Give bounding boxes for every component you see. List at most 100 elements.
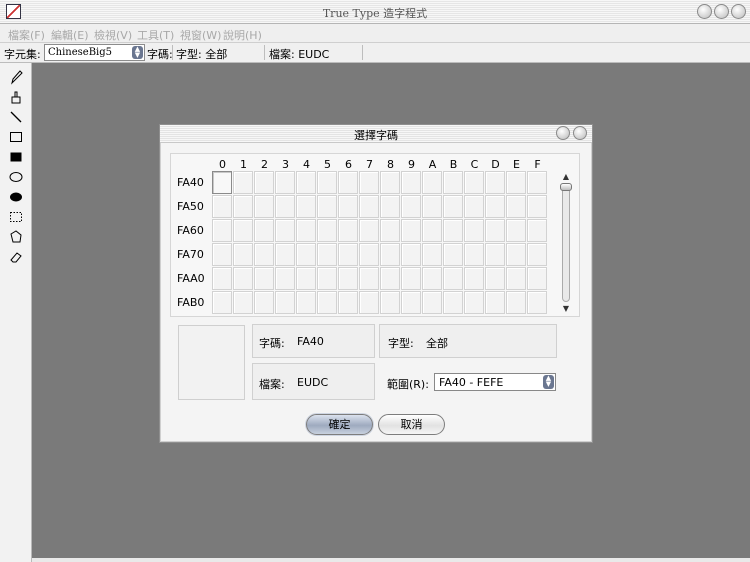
code-cell[interactable] (359, 219, 379, 242)
code-cell[interactable] (506, 243, 526, 266)
dialog-close-button[interactable] (573, 126, 587, 140)
code-cell[interactable] (317, 219, 337, 242)
code-cell[interactable] (485, 219, 505, 242)
freeform-select-icon[interactable] (8, 229, 24, 245)
code-cell[interactable] (485, 171, 505, 194)
code-cell[interactable] (464, 267, 484, 290)
code-cell[interactable] (380, 195, 400, 218)
code-cell[interactable] (317, 171, 337, 194)
code-cell[interactable] (296, 171, 316, 194)
code-cell[interactable] (212, 291, 232, 314)
code-cell[interactable] (296, 243, 316, 266)
scroll-thumb[interactable] (560, 183, 572, 191)
code-cell[interactable] (506, 219, 526, 242)
cancel-button[interactable]: 取消 (378, 414, 445, 435)
charset-select[interactable]: ChineseBig5 ▲ ▼ (44, 44, 145, 61)
code-cell[interactable] (338, 219, 358, 242)
code-cell[interactable] (254, 267, 274, 290)
code-cell[interactable] (359, 267, 379, 290)
code-cell[interactable] (275, 267, 295, 290)
filled-ellipse-icon[interactable] (8, 189, 24, 205)
code-cell[interactable] (233, 291, 253, 314)
code-cell[interactable] (317, 195, 337, 218)
code-cell[interactable] (359, 171, 379, 194)
ok-button[interactable]: 確定 (306, 414, 373, 435)
code-cell[interactable] (254, 171, 274, 194)
code-cell[interactable] (296, 291, 316, 314)
code-cell[interactable] (212, 195, 232, 218)
code-cell[interactable] (422, 267, 442, 290)
code-cell[interactable] (338, 267, 358, 290)
code-cell[interactable] (317, 243, 337, 266)
menu-file[interactable]: 檔案(F) (8, 27, 45, 43)
code-cell[interactable] (422, 243, 442, 266)
code-cell[interactable] (359, 291, 379, 314)
rect-select-icon[interactable] (8, 209, 24, 225)
code-cell[interactable] (527, 291, 547, 314)
code-cell[interactable] (422, 171, 442, 194)
code-cell[interactable] (485, 243, 505, 266)
code-cell[interactable] (380, 171, 400, 194)
rectangle-icon[interactable] (8, 129, 24, 145)
code-cell[interactable] (485, 267, 505, 290)
code-cell[interactable] (233, 171, 253, 194)
dialog-minimize-button[interactable] (556, 126, 570, 140)
code-cell[interactable] (422, 291, 442, 314)
code-cell[interactable] (380, 267, 400, 290)
code-cell[interactable] (317, 267, 337, 290)
minimize-button[interactable] (697, 4, 712, 19)
code-cell[interactable] (212, 267, 232, 290)
code-cell[interactable] (233, 219, 253, 242)
code-cell[interactable] (443, 291, 463, 314)
code-cell[interactable] (485, 291, 505, 314)
code-cell[interactable] (401, 219, 421, 242)
code-cell[interactable] (506, 291, 526, 314)
code-cell[interactable] (380, 243, 400, 266)
code-cell[interactable] (212, 219, 232, 242)
menu-tools[interactable]: 工具(T) (137, 27, 174, 43)
code-cell[interactable] (485, 195, 505, 218)
code-cell[interactable] (422, 219, 442, 242)
code-cell[interactable] (401, 243, 421, 266)
code-cell[interactable] (317, 291, 337, 314)
scroll-track[interactable] (562, 185, 570, 302)
menu-view[interactable]: 檢視(V) (94, 27, 132, 43)
range-select[interactable]: FA40 - FEFE ▲ ▼ (434, 373, 556, 391)
code-cell[interactable] (254, 219, 274, 242)
code-cell[interactable] (401, 171, 421, 194)
close-button[interactable] (731, 4, 746, 19)
code-cell[interactable] (527, 267, 547, 290)
code-cell[interactable] (359, 195, 379, 218)
code-cell[interactable] (275, 171, 295, 194)
code-cell[interactable] (359, 243, 379, 266)
code-cell[interactable] (296, 267, 316, 290)
filled-rectangle-icon[interactable] (8, 149, 24, 165)
code-cell[interactable] (527, 195, 547, 218)
code-cell[interactable] (275, 291, 295, 314)
ellipse-icon[interactable] (8, 169, 24, 185)
pencil-icon[interactable] (8, 69, 24, 85)
code-cell[interactable] (527, 171, 547, 194)
code-cell[interactable] (527, 243, 547, 266)
code-cell[interactable] (443, 171, 463, 194)
code-cell[interactable] (443, 195, 463, 218)
code-cell[interactable] (233, 195, 253, 218)
code-cell[interactable] (464, 195, 484, 218)
maximize-button[interactable] (714, 4, 729, 19)
code-cell[interactable] (233, 267, 253, 290)
code-cell[interactable] (338, 243, 358, 266)
code-cell[interactable] (338, 171, 358, 194)
code-cell[interactable] (212, 171, 232, 194)
code-cell[interactable] (254, 195, 274, 218)
menu-help[interactable]: 說明(H) (223, 27, 262, 43)
code-cell[interactable] (401, 195, 421, 218)
code-cell[interactable] (254, 243, 274, 266)
scroll-down-icon[interactable]: ▼ (559, 303, 573, 315)
code-cell[interactable] (443, 267, 463, 290)
code-cell[interactable] (401, 291, 421, 314)
code-cell[interactable] (464, 219, 484, 242)
code-cell[interactable] (506, 267, 526, 290)
code-cell[interactable] (380, 219, 400, 242)
code-cell[interactable] (506, 171, 526, 194)
code-cell[interactable] (296, 195, 316, 218)
